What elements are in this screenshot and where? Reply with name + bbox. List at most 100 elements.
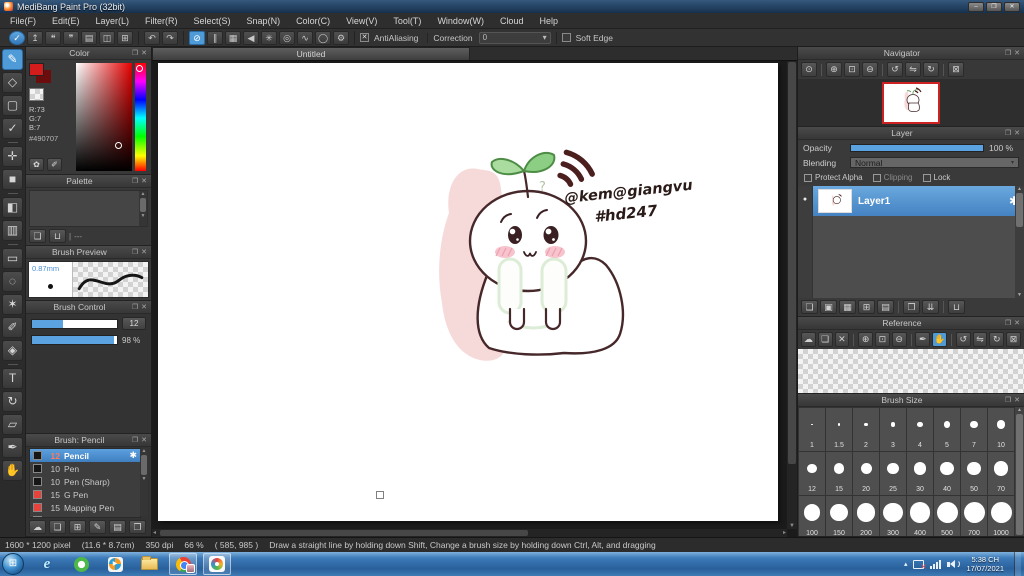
start-button[interactable]: ⊞ xyxy=(2,553,24,575)
add-palette-button[interactable]: ❏ xyxy=(29,229,46,243)
magic-wand-tool[interactable]: ✶ xyxy=(2,294,23,315)
menu-item-file[interactable]: File(F) xyxy=(2,13,44,29)
checkbox-lock[interactable]: Lock xyxy=(923,173,951,182)
taskbar-chrome-button[interactable] xyxy=(169,553,197,575)
menu-item-view[interactable]: View(V) xyxy=(338,13,385,29)
text-tool[interactable]: T xyxy=(2,368,23,389)
menu-item-layer[interactable]: Layer(L) xyxy=(88,13,138,29)
scroll-down-icon[interactable]: ▼ xyxy=(142,476,147,482)
document-button[interactable]: ▤ xyxy=(81,31,97,45)
canvas-horizontal-scrollbar[interactable]: ◂ ▸ xyxy=(152,529,787,537)
canvas-viewport[interactable]: ? @kem@giangvu #hd247 ▼ xyxy=(152,61,797,537)
lock-button[interactable]: ⊠ xyxy=(948,62,964,77)
zoom-out-button[interactable]: ⊖ xyxy=(892,332,907,347)
add-8bit-layer-button[interactable]: ▣ xyxy=(820,300,837,314)
brush-size-cell[interactable]: 1.5 xyxy=(826,408,852,451)
layer-row[interactable]: Layer1✱ xyxy=(813,186,1024,216)
edit-brush-button[interactable]: ✎ xyxy=(89,520,106,534)
eyedropper-button[interactable]: ✒ xyxy=(915,332,930,347)
reset-rotation-button[interactable]: ⇋ xyxy=(905,62,921,77)
menu-item-cloud[interactable]: Cloud xyxy=(492,13,532,29)
clock[interactable]: 5:38 CH 17/07/2021 xyxy=(966,555,1004,573)
zoom-actual-button[interactable]: ⊙ xyxy=(801,62,817,77)
popout-icon[interactable]: ❐ xyxy=(132,175,138,188)
brush-size-cell[interactable]: 70 xyxy=(988,452,1014,495)
hand-button[interactable]: ✋ xyxy=(932,332,947,347)
close-icon[interactable]: ✕ xyxy=(141,246,147,259)
publish-button[interactable]: ↥ xyxy=(27,31,43,45)
lock-button[interactable]: ⊠ xyxy=(1006,332,1021,347)
zoom-in-button[interactable]: ⊕ xyxy=(826,62,842,77)
rotate-view-tool[interactable]: ↻ xyxy=(2,391,23,412)
popout-icon[interactable]: ❐ xyxy=(1005,317,1011,330)
select-tool[interactable]: ▭ xyxy=(2,248,23,269)
brush-size-cell[interactable]: 150 xyxy=(826,496,852,537)
close-icon[interactable]: ✕ xyxy=(141,47,147,60)
snap-grid-button[interactable]: ▦ xyxy=(225,31,241,45)
taskbar-explorer-button[interactable] xyxy=(135,553,163,575)
transparent-swatch[interactable] xyxy=(29,88,44,101)
brush-row[interactable]: 15Mapping Pen xyxy=(30,501,140,514)
brush-size-cell[interactable]: 5 xyxy=(934,408,960,451)
signal-icon[interactable] xyxy=(930,560,941,569)
scroll-down-icon[interactable]: ▼ xyxy=(141,213,146,219)
menu-item-select[interactable]: Select(S) xyxy=(186,13,239,29)
operation-tool[interactable]: ✓ xyxy=(2,118,23,139)
checkbox-box[interactable] xyxy=(923,174,931,182)
scroll-right-icon[interactable]: ▸ xyxy=(783,529,786,537)
menu-item-color[interactable]: Color(C) xyxy=(288,13,338,29)
menu-item-window[interactable]: Window(W) xyxy=(429,13,492,29)
brush-size-cell[interactable]: 100 xyxy=(799,496,825,537)
popout-icon[interactable]: ❐ xyxy=(132,434,138,447)
gradient-tool[interactable]: ▥ xyxy=(2,220,23,241)
comment-list-button[interactable]: ❞ xyxy=(63,31,79,45)
zoom-in-button[interactable]: ⊕ xyxy=(858,332,873,347)
menu-item-edit[interactable]: Edit(E) xyxy=(44,13,88,29)
brush-list-scrollbar[interactable]: ▲ ▼ xyxy=(140,448,148,516)
move-tool[interactable]: ✛ xyxy=(2,146,23,167)
fit-button[interactable]: ⊡ xyxy=(875,332,890,347)
menu-item-tool[interactable]: Tool(T) xyxy=(385,13,429,29)
lasso-tool[interactable]: ◌ xyxy=(2,271,23,292)
eraser-tool[interactable]: ◇ xyxy=(2,72,23,93)
clear-button[interactable]: ✕ xyxy=(835,332,850,347)
brush-size-cell[interactable]: 20 xyxy=(853,452,879,495)
rotate-left-button[interactable]: ↺ xyxy=(956,332,971,347)
correction-dropdown[interactable]: 0 ▾ xyxy=(479,32,551,44)
popout-icon[interactable]: ❐ xyxy=(132,246,138,259)
add-brush-menu-button[interactable]: ⊞ xyxy=(69,520,86,534)
scroll-up-icon[interactable]: ▲ xyxy=(1017,407,1022,413)
snap-ellipse-button[interactable]: ◯ xyxy=(315,31,331,45)
open-folder-button[interactable]: ❏ xyxy=(818,332,833,347)
canvas-page[interactable]: ? @kem@giangvu #hd247 xyxy=(158,63,778,521)
fit-screen-button[interactable]: ⊡ xyxy=(844,62,860,77)
popout-icon[interactable]: ❐ xyxy=(1005,127,1011,140)
panel-layout-button[interactable]: ⊞ xyxy=(117,31,133,45)
brush-size-cell[interactable]: 30 xyxy=(907,452,933,495)
popout-icon[interactable]: ❐ xyxy=(1005,394,1011,407)
minimize-button[interactable]: – xyxy=(968,2,984,12)
scroll-left-icon[interactable]: ◂ xyxy=(153,529,156,537)
opacity-slider[interactable] xyxy=(850,144,984,152)
close-icon[interactable]: ✕ xyxy=(1014,317,1020,330)
scroll-up-icon[interactable]: ▲ xyxy=(141,191,146,197)
add-halftone-layer-button[interactable]: ▦ xyxy=(839,300,856,314)
menu-item-snap[interactable]: Snap(N) xyxy=(239,13,289,29)
rotate-left-button[interactable]: ↺ xyxy=(887,62,903,77)
cloud-sync-button[interactable]: ✓ xyxy=(9,31,25,45)
sv-marker[interactable] xyxy=(115,142,122,149)
brush-size-slider[interactable] xyxy=(31,319,118,329)
popout-icon[interactable]: ❐ xyxy=(1005,47,1011,60)
zoom-out-button[interactable]: ⊖ xyxy=(862,62,878,77)
brush-opacity-slider[interactable] xyxy=(31,335,118,345)
brush-row[interactable]: 12Pencil✱ xyxy=(30,449,140,462)
antialiasing-checkbox[interactable]: ✕ xyxy=(360,33,369,42)
delete-layer-button[interactable]: ⊔ xyxy=(948,300,965,314)
brush-size-cell[interactable]: 7 xyxy=(961,408,987,451)
palette-mode-button[interactable]: ✿ xyxy=(29,158,44,171)
canvas-tab[interactable]: Untitled xyxy=(152,47,470,60)
menu-item-help[interactable]: Help xyxy=(531,13,566,29)
brush-folder-button[interactable]: ▤ xyxy=(109,520,126,534)
brush-size-scrollbar[interactable]: ▲ xyxy=(1015,407,1024,536)
menu-item-filter[interactable]: Filter(R) xyxy=(137,13,186,29)
